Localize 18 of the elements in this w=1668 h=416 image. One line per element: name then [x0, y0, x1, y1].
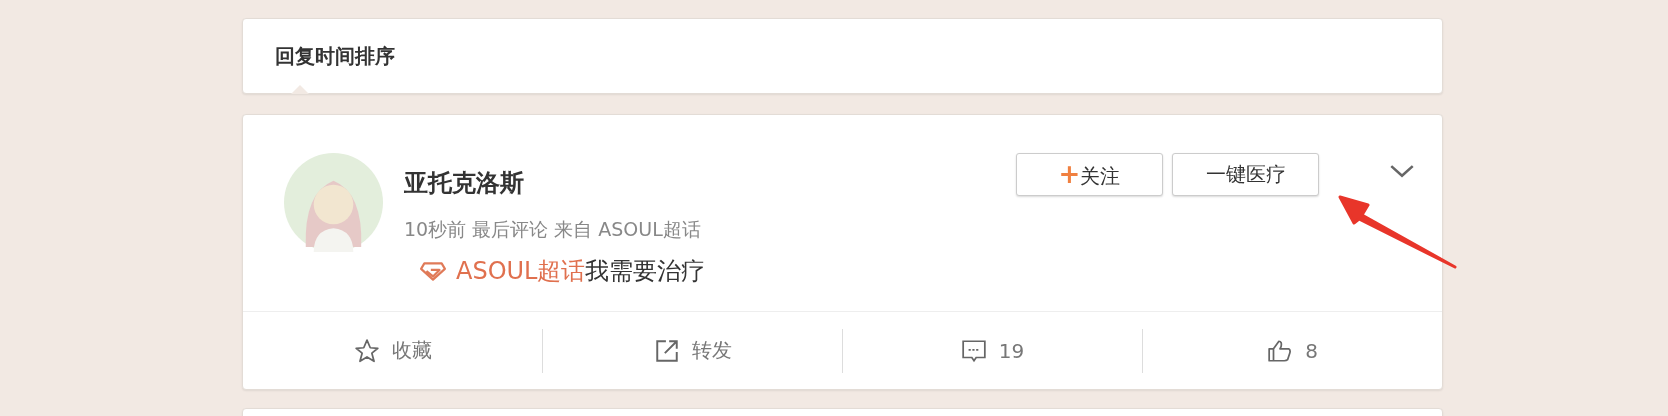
action-button[interactable]: 一键医疗 — [1172, 153, 1319, 196]
comment-button[interactable]: 19 — [843, 336, 1142, 365]
thumbs-up-icon — [1267, 337, 1294, 364]
author-name[interactable]: 亚托克洛斯 — [404, 167, 1004, 199]
chevron-down-icon[interactable] — [1389, 164, 1415, 179]
topic-link[interactable]: ASOUL超话 — [456, 255, 586, 287]
repost-button[interactable]: 转发 — [543, 336, 842, 365]
post-text: 我需要治疗 — [585, 256, 706, 287]
diamond-icon — [420, 261, 446, 281]
follow-button[interactable]: +关注 — [1016, 153, 1163, 196]
star-icon — [353, 337, 380, 364]
tab-pointer-icon — [291, 85, 309, 94]
post-meta: 10秒前 最后评论 来自 ASOUL超话 — [404, 217, 702, 242]
favorite-button[interactable]: 收藏 — [243, 336, 542, 365]
comment-icon — [960, 337, 987, 364]
share-icon — [653, 337, 680, 364]
like-button[interactable]: 8 — [1143, 336, 1442, 365]
sort-tab[interactable]: 回复时间排序 — [275, 42, 395, 70]
